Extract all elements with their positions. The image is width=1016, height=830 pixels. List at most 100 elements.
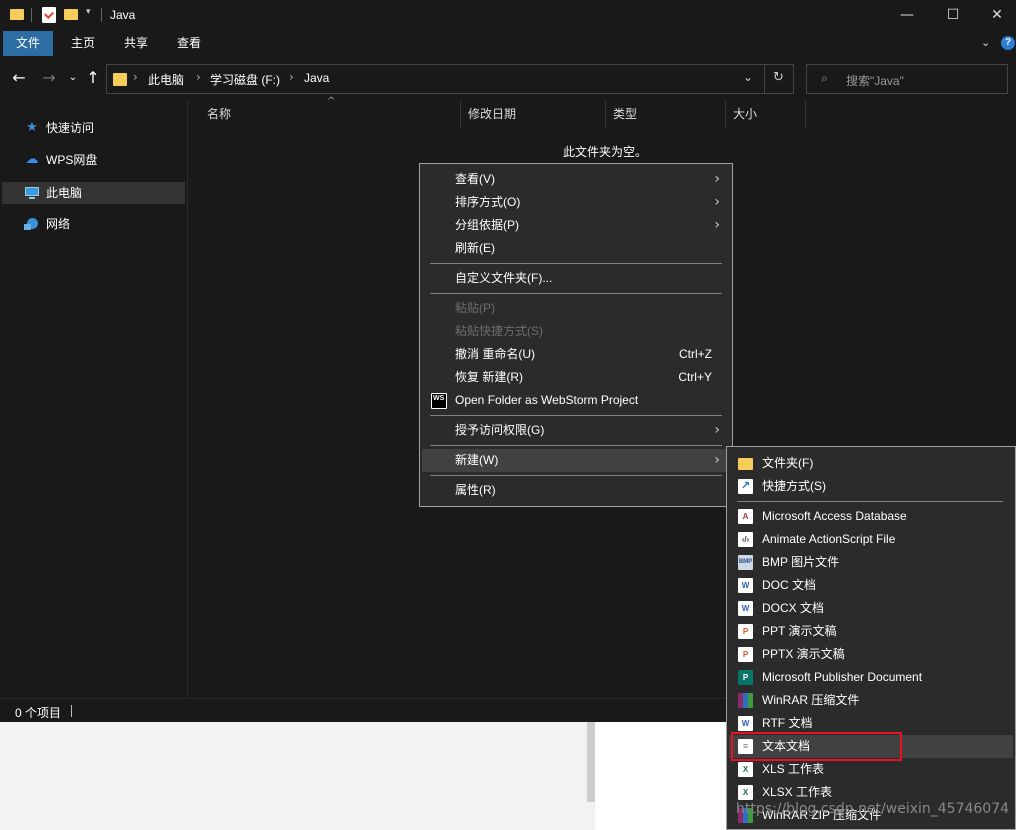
menu-separator [430, 415, 722, 416]
close-button[interactable]: ✕ [974, 0, 1016, 31]
sidebar-item-label: 此电脑 [46, 186, 83, 200]
breadcrumb-separator-icon[interactable]: › [196, 70, 201, 84]
new-item-docx[interactable]: W DOCX 文档 [729, 597, 1013, 620]
star-icon: ★ [26, 120, 38, 135]
quick-access-dropdown-icon[interactable]: ▾ [86, 7, 91, 17]
highlight-box [731, 732, 902, 761]
refresh-icon[interactable]: ↻ [773, 70, 784, 85]
menu-item-refresh[interactable]: 刷新(E) [422, 237, 730, 260]
maximize-button[interactable]: ☐ [930, 0, 976, 31]
submenu-arrow-icon: › [714, 194, 720, 210]
menu-item-open-webstorm[interactable]: WS Open Folder as WebStorm Project [422, 389, 730, 412]
menu-item-customize-folder[interactable]: 自定义文件夹(F)... [422, 267, 730, 290]
search-input[interactable]: 搜索"Java" [846, 72, 904, 89]
shortcut-label: Ctrl+Y [678, 370, 712, 384]
navigation-bar: ← → ⌄ ↑ › 此电脑 › 学习磁盘 (F:) › Java ⌄ ↻ ⌕ 搜… [0, 56, 1016, 100]
sidebar-item-label: 网络 [46, 217, 71, 231]
column-name[interactable]: 名称 [200, 100, 461, 128]
tab-view[interactable]: 查看 [164, 31, 214, 56]
menu-item-give-access[interactable]: 授予访问权限(G) › [422, 419, 730, 442]
breadcrumb-java[interactable]: Java [304, 71, 329, 85]
shortcut-label: Ctrl+Z [679, 347, 712, 361]
sidebar-item-this-pc[interactable]: 此电脑 [2, 182, 185, 204]
actionscript-icon: ‹/› [738, 532, 753, 547]
menu-item-properties[interactable]: 属性(R) [422, 479, 730, 502]
column-date-modified[interactable]: 修改日期 [461, 100, 606, 128]
ppt-icon: P [738, 624, 753, 639]
submenu-arrow-icon: › [714, 422, 720, 438]
new-folder-icon[interactable] [64, 7, 78, 23]
expand-ribbon-icon[interactable]: ⌄ [981, 36, 990, 49]
sidebar-item-quick-access[interactable]: ★ 快速访问 [2, 117, 185, 139]
empty-folder-message: 此文件夹为空。 [563, 145, 648, 159]
new-item-access[interactable]: A Microsoft Access Database [729, 505, 1013, 528]
context-menu: 查看(V) › 排序方式(O) › 分组依据(P) › 刷新(E) 自定义文件夹(F)… [419, 163, 733, 507]
back-arrow-icon[interactable]: ← [10, 68, 28, 88]
address-bar[interactable]: › 此电脑 › 学习磁盘 (F:) › Java ⌄ ↻ [106, 64, 794, 94]
breadcrumb-separator-icon[interactable]: › [289, 70, 294, 84]
new-item-winrar[interactable]: WinRAR 压缩文件 [729, 689, 1013, 712]
menu-separator [430, 475, 722, 476]
menu-item-paste: 粘贴(P) [455, 301, 495, 315]
window-title: Java [110, 8, 136, 22]
new-item-bmp[interactable]: BMP BMP 图片文件 [729, 551, 1013, 574]
new-item-folder[interactable]: 文件夹(F) [729, 452, 1013, 475]
column-size[interactable]: 大小 [726, 100, 806, 128]
publisher-icon: P [738, 670, 753, 685]
ribbon-tabs: 文件 主页 共享 查看 ⌄ ? [0, 31, 1016, 56]
minimize-button[interactable]: — [884, 0, 930, 31]
new-item-shortcut[interactable]: ↗ 快捷方式(S) [729, 475, 1013, 498]
webstorm-icon: WS [431, 393, 447, 409]
menu-item-undo-rename[interactable]: 撤消 重命名(U) Ctrl+Z [422, 343, 730, 366]
scrollbar[interactable] [587, 722, 595, 802]
menu-separator [430, 293, 722, 294]
menu-item-sort-by[interactable]: 排序方式(O) › [422, 191, 730, 214]
menu-item-group-by[interactable]: 分组依据(P) › [422, 214, 730, 237]
tab-home[interactable]: 主页 [58, 31, 108, 56]
address-dropdown-icon[interactable]: ⌄ [743, 70, 753, 84]
sidebar-item-network[interactable]: 网络 [2, 213, 185, 235]
navigation-pane: ★ 快速访问 ☁ WPS网盘 此电脑 网络 [0, 100, 188, 698]
forward-arrow-icon[interactable]: → [40, 68, 58, 88]
menu-item-paste-shortcut: 粘贴快捷方式(S) [455, 324, 543, 338]
folder-icon [738, 458, 753, 470]
search-box[interactable]: ⌕ 搜索"Java" [806, 64, 1008, 94]
title-divider [31, 8, 32, 22]
folder-icon [113, 72, 127, 86]
breadcrumb-separator-icon[interactable]: › [133, 70, 138, 84]
recent-locations-chevron-icon[interactable]: ⌄ [64, 68, 82, 88]
menu-item-new[interactable]: 新建(W) › [422, 449, 730, 472]
column-type[interactable]: 类型 [606, 100, 726, 128]
tab-file[interactable]: 文件 [3, 31, 54, 56]
breadcrumb-this-pc[interactable]: 此电脑 [148, 71, 184, 88]
new-item-xls[interactable]: X XLS 工作表 [729, 758, 1013, 781]
tab-share[interactable]: 共享 [111, 31, 161, 56]
item-count: 0 个项目 [15, 706, 62, 720]
menu-separator [430, 445, 722, 446]
access-icon: A [738, 509, 753, 524]
sidebar-item-wps-cloud[interactable]: ☁ WPS网盘 [2, 149, 185, 171]
menu-item-view[interactable]: 查看(V) › [422, 168, 730, 191]
new-item-pptx[interactable]: P PPTX 演示文稿 [729, 643, 1013, 666]
new-item-doc[interactable]: W DOC 文档 [729, 574, 1013, 597]
new-item-ppt[interactable]: P PPT 演示文稿 [729, 620, 1013, 643]
pptx-icon: P [738, 647, 753, 662]
title-bar: ▾ Java — ☐ ✕ [0, 0, 1016, 31]
up-arrow-icon[interactable]: ↑ [84, 68, 102, 88]
new-item-publisher[interactable]: P Microsoft Publisher Document [729, 666, 1013, 689]
sidebar-item-label: 快速访问 [46, 121, 95, 135]
properties-icon[interactable] [42, 7, 56, 23]
address-divider [764, 65, 765, 93]
bmp-icon: BMP [738, 555, 753, 570]
computer-icon [24, 186, 40, 200]
menu-separator [430, 263, 722, 264]
help-icon[interactable]: ? [1001, 36, 1015, 50]
cloud-icon: ☁ [25, 152, 39, 167]
shortcut-icon: ↗ [738, 479, 753, 494]
folder-icon [10, 7, 24, 23]
rtf-icon: W [738, 716, 753, 731]
breadcrumb-drive[interactable]: 学习磁盘 (F:) [210, 71, 280, 88]
new-item-actionscript[interactable]: ‹/› Animate ActionScript File [729, 528, 1013, 551]
menu-item-redo-new[interactable]: 恢复 新建(R) Ctrl+Y [422, 366, 730, 389]
submenu-arrow-icon: › [714, 452, 720, 468]
